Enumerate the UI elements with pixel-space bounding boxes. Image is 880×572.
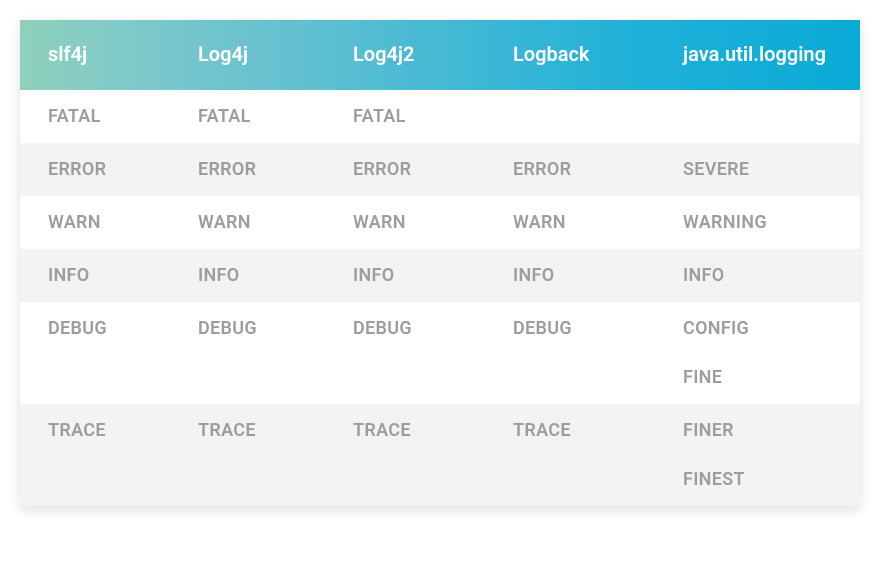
cell-log4j: DEBUG — [170, 302, 325, 355]
cell-slf4j: INFO — [20, 249, 170, 302]
cell-log4j2: WARN — [325, 196, 485, 249]
cell-log4j: TRACE — [170, 404, 325, 457]
jul-level: FINER — [683, 420, 860, 441]
jul-level: CONFIG — [683, 318, 860, 339]
cell-slf4j: FATAL — [20, 90, 170, 143]
jul-level: INFO — [683, 265, 860, 286]
cell-log4j2: INFO — [325, 249, 485, 302]
jul-level: SEVERE — [683, 159, 860, 180]
jul-level: WARNING — [683, 212, 860, 233]
cell-jul — [655, 90, 860, 122]
table-row: WARN WARN WARN WARN WARNING — [20, 196, 860, 249]
cell-log4j2: ERROR — [325, 143, 485, 196]
cell-jul: SEVERE — [655, 143, 860, 196]
table-row: FATAL FATAL FATAL — [20, 90, 860, 143]
cell-slf4j: WARN — [20, 196, 170, 249]
cell-log4j: INFO — [170, 249, 325, 302]
cell-jul: INFO — [655, 249, 860, 302]
header-jul: java.util.logging — [655, 42, 860, 66]
cell-log4j: FATAL — [170, 90, 325, 143]
cell-jul: WARNING — [655, 196, 860, 249]
cell-logback: WARN — [485, 196, 655, 249]
header-log4j2: Log4j2 — [325, 42, 485, 66]
header-log4j: Log4j — [170, 42, 325, 66]
table-header-row: slf4j Log4j Log4j2 Logback java.util.log… — [20, 20, 860, 90]
cell-logback: DEBUG — [485, 302, 655, 355]
cell-log4j: WARN — [170, 196, 325, 249]
jul-level: FINE — [683, 367, 860, 388]
cell-log4j2: FATAL — [325, 90, 485, 143]
jul-level: FINEST — [683, 469, 860, 490]
cell-jul: FINER FINEST — [655, 404, 860, 506]
cell-slf4j: DEBUG — [20, 302, 170, 355]
cell-slf4j: TRACE — [20, 404, 170, 457]
cell-log4j2: TRACE — [325, 404, 485, 457]
cell-logback: TRACE — [485, 404, 655, 457]
cell-logback — [485, 90, 655, 122]
cell-log4j: ERROR — [170, 143, 325, 196]
table-row: DEBUG DEBUG DEBUG DEBUG CONFIG FINE — [20, 302, 860, 404]
cell-jul: CONFIG FINE — [655, 302, 860, 404]
table-row: TRACE TRACE TRACE TRACE FINER FINEST — [20, 404, 860, 506]
cell-logback: ERROR — [485, 143, 655, 196]
cell-logback: INFO — [485, 249, 655, 302]
table-row: INFO INFO INFO INFO INFO — [20, 249, 860, 302]
cell-slf4j: ERROR — [20, 143, 170, 196]
cell-log4j2: DEBUG — [325, 302, 485, 355]
table-body: FATAL FATAL FATAL ERROR ERROR ERROR ERRO… — [20, 90, 860, 506]
table-row: ERROR ERROR ERROR ERROR SEVERE — [20, 143, 860, 196]
log-level-table: slf4j Log4j Log4j2 Logback java.util.log… — [20, 20, 860, 506]
header-logback: Logback — [485, 42, 655, 66]
header-slf4j: slf4j — [20, 42, 170, 66]
